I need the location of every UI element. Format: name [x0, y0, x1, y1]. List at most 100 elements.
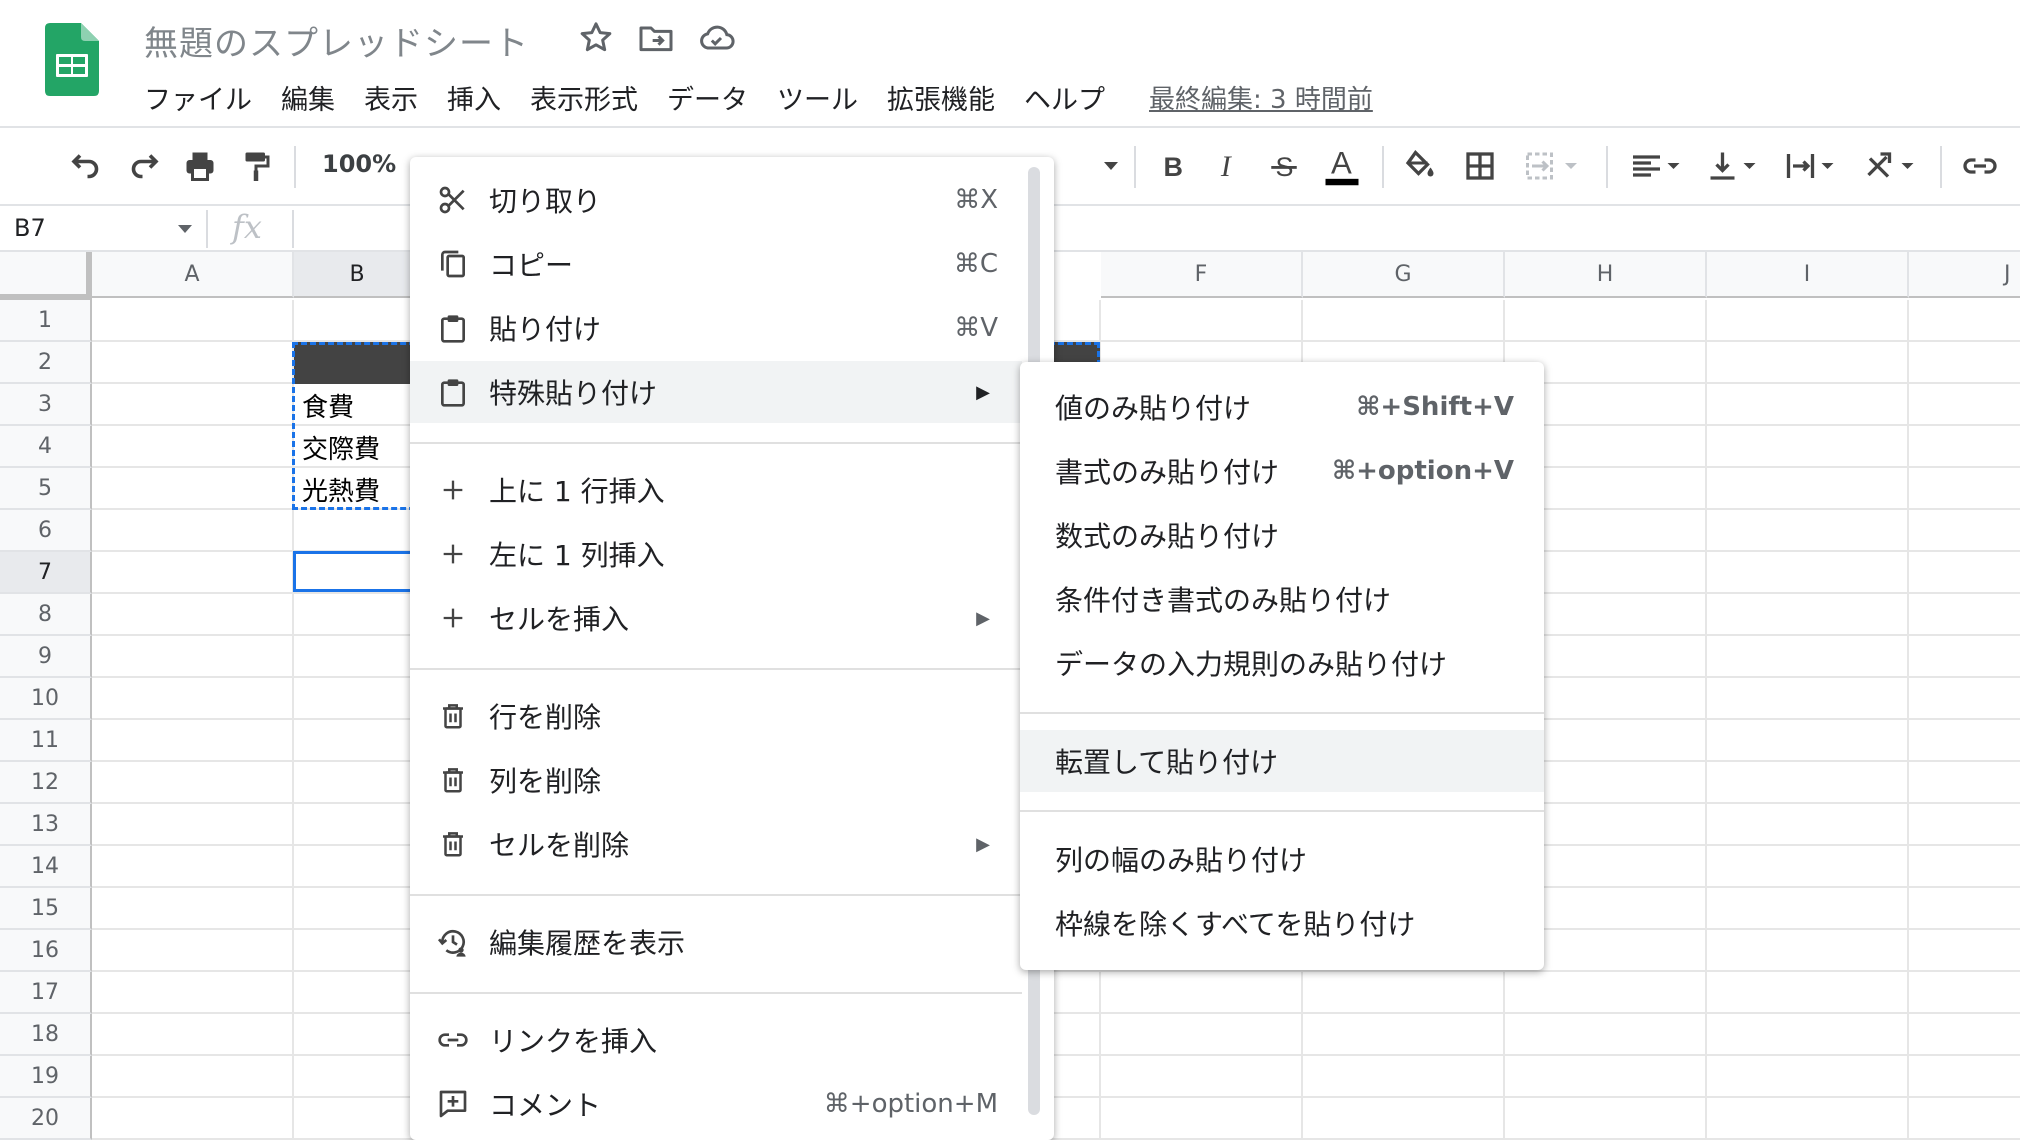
menu-data[interactable]: データ: [667, 78, 748, 117]
submenu-item-paste-column-widths[interactable]: 列の幅のみ貼り付け: [1020, 828, 1544, 890]
menu-file[interactable]: ファイル: [144, 78, 252, 117]
column-header-h[interactable]: H: [1505, 252, 1707, 298]
merge-cells-icon[interactable]: [1518, 146, 1588, 186]
star-icon[interactable]: [576, 18, 616, 58]
shortcut-text: ⌘C: [953, 249, 998, 279]
active-cell-b7[interactable]: [293, 551, 421, 592]
svg-text:I: I: [1220, 150, 1233, 183]
submenu-arrow-icon: ▶: [976, 833, 990, 855]
menu-item-delete-column[interactable]: 列を削除: [410, 749, 1022, 811]
svg-text:A: A: [1331, 145, 1352, 180]
submenu-item-paste-transposed[interactable]: 転置して貼り付け: [1020, 730, 1544, 792]
row-header[interactable]: 2: [0, 342, 92, 384]
menu-item-paste-special[interactable]: 特殊貼り付け ▶: [410, 361, 1022, 423]
row-header[interactable]: 6: [0, 510, 92, 552]
menu-insert[interactable]: 挿入: [447, 78, 501, 117]
horizontal-align-icon[interactable]: [1626, 146, 1688, 186]
menu-edit[interactable]: 編集: [281, 78, 335, 117]
menu-extensions[interactable]: 拡張機能: [887, 78, 995, 117]
row-header[interactable]: 20: [0, 1098, 92, 1140]
paint-format-icon[interactable]: [236, 146, 276, 186]
menu-item-comment[interactable]: コメント ⌘+option+M: [410, 1073, 1022, 1135]
text-wrapping-icon[interactable]: [1780, 146, 1842, 186]
menu-separator: [1020, 712, 1544, 714]
submenu-arrow-icon: ▶: [976, 381, 990, 403]
menu-item-insert-column-left[interactable]: 左に 1 列挿入: [410, 523, 1022, 585]
clipboard-icon: [437, 376, 469, 408]
row-header[interactable]: 19: [0, 1056, 92, 1098]
toolbar-separator: [1134, 146, 1136, 188]
column-header-i[interactable]: I: [1707, 252, 1909, 298]
column-header-a[interactable]: A: [92, 252, 294, 298]
plus-icon: [437, 602, 469, 634]
menu-item-insert-row-above[interactable]: 上に 1 行挿入: [410, 459, 1022, 521]
row-header[interactable]: 14: [0, 846, 92, 888]
submenu-item-paste-all-except-borders[interactable]: 枠線を除くすべてを貼り付け: [1020, 892, 1544, 954]
column-header-g[interactable]: G: [1303, 252, 1505, 298]
submenu-item-paste-values-only[interactable]: 値のみ貼り付け ⌘+Shift+V: [1020, 376, 1544, 438]
print-icon[interactable]: [180, 146, 220, 186]
borders-icon[interactable]: [1460, 146, 1500, 186]
font-size-dropdown-icon[interactable]: [1098, 146, 1124, 186]
menu-item-label: コメント: [489, 1089, 602, 1122]
menu-format[interactable]: 表示形式: [530, 78, 638, 117]
row-header[interactable]: 10: [0, 678, 92, 720]
submenu-item-paste-formula-only[interactable]: 数式のみ貼り付け: [1020, 504, 1544, 566]
row-header[interactable]: 16: [0, 930, 92, 972]
submenu-item-paste-conditional-formatting[interactable]: 条件付き書式のみ貼り付け: [1020, 568, 1544, 630]
name-box[interactable]: B7: [14, 214, 46, 242]
submenu-item-paste-data-validation[interactable]: データの入力規則のみ貼り付け: [1020, 632, 1544, 694]
name-box-dropdown-icon[interactable]: [176, 224, 194, 234]
row-header[interactable]: 15: [0, 888, 92, 930]
menu-item-label: 左に 1 列挿入: [489, 539, 665, 572]
menu-help[interactable]: ヘルプ: [1024, 78, 1105, 117]
row-header[interactable]: 12: [0, 762, 92, 804]
document-title[interactable]: 無題のスプレッドシート: [144, 16, 529, 65]
shortcut-text: ⌘X: [954, 185, 998, 215]
vertical-align-icon[interactable]: [1702, 146, 1764, 186]
text-color-icon[interactable]: A: [1318, 145, 1366, 186]
row-header[interactable]: 11: [0, 720, 92, 762]
row-header[interactable]: 5: [0, 468, 92, 510]
move-to-folder-icon[interactable]: [636, 18, 676, 58]
row-header[interactable]: 4: [0, 426, 92, 468]
menu-item-cut[interactable]: 切り取り ⌘X: [410, 169, 1022, 231]
row-header[interactable]: 1: [0, 300, 92, 342]
cloud-saved-icon[interactable]: [696, 18, 736, 58]
zoom-select[interactable]: 100%: [322, 150, 396, 178]
sheets-logo[interactable]: [45, 23, 99, 96]
trash-icon: [437, 700, 469, 732]
row-header[interactable]: 3: [0, 384, 92, 426]
row-header[interactable]: 9: [0, 636, 92, 678]
row-header[interactable]: 18: [0, 1014, 92, 1056]
italic-icon[interactable]: I: [1208, 146, 1248, 186]
column-header-b[interactable]: B: [294, 252, 422, 298]
text-rotation-icon[interactable]: [1860, 146, 1922, 186]
undo-icon[interactable]: [66, 146, 106, 186]
menu-item-paste[interactable]: 貼り付け ⌘V: [410, 297, 1022, 359]
redo-icon[interactable]: [124, 146, 164, 186]
row-header[interactable]: 7: [0, 552, 92, 594]
fill-color-icon[interactable]: [1400, 146, 1440, 186]
strikethrough-icon[interactable]: S: [1264, 146, 1304, 186]
menu-view[interactable]: 表示: [364, 78, 418, 117]
column-header-j[interactable]: J: [1909, 252, 2020, 298]
select-all-corner[interactable]: [0, 252, 92, 300]
menu-tools[interactable]: ツール: [777, 78, 858, 117]
column-header-f[interactable]: F: [1101, 252, 1303, 298]
menu-item-edit-history[interactable]: 編集履歴を表示: [410, 911, 1022, 973]
row-header[interactable]: 13: [0, 804, 92, 846]
row-header[interactable]: 8: [0, 594, 92, 636]
bold-icon[interactable]: B: [1152, 146, 1192, 186]
menu-item-delete-row[interactable]: 行を削除: [410, 685, 1022, 747]
insert-link-icon[interactable]: [1958, 146, 2002, 186]
menu-item-delete-cells[interactable]: セルを削除 ▶: [410, 813, 1022, 875]
menu-item-insert-link[interactable]: リンクを挿入: [410, 1009, 1022, 1071]
menu-item-copy[interactable]: コピー ⌘C: [410, 233, 1022, 295]
row-header[interactable]: 17: [0, 972, 92, 1014]
shortcut-text: ⌘V: [954, 313, 998, 343]
submenu-item-label: 転置して貼り付け: [1055, 746, 1279, 779]
last-edit-link[interactable]: 最終編集: 3 時間前: [1149, 79, 1373, 116]
menu-item-insert-cells[interactable]: セルを挿入 ▶: [410, 587, 1022, 649]
submenu-item-paste-format-only[interactable]: 書式のみ貼り付け ⌘+option+V: [1020, 440, 1544, 502]
